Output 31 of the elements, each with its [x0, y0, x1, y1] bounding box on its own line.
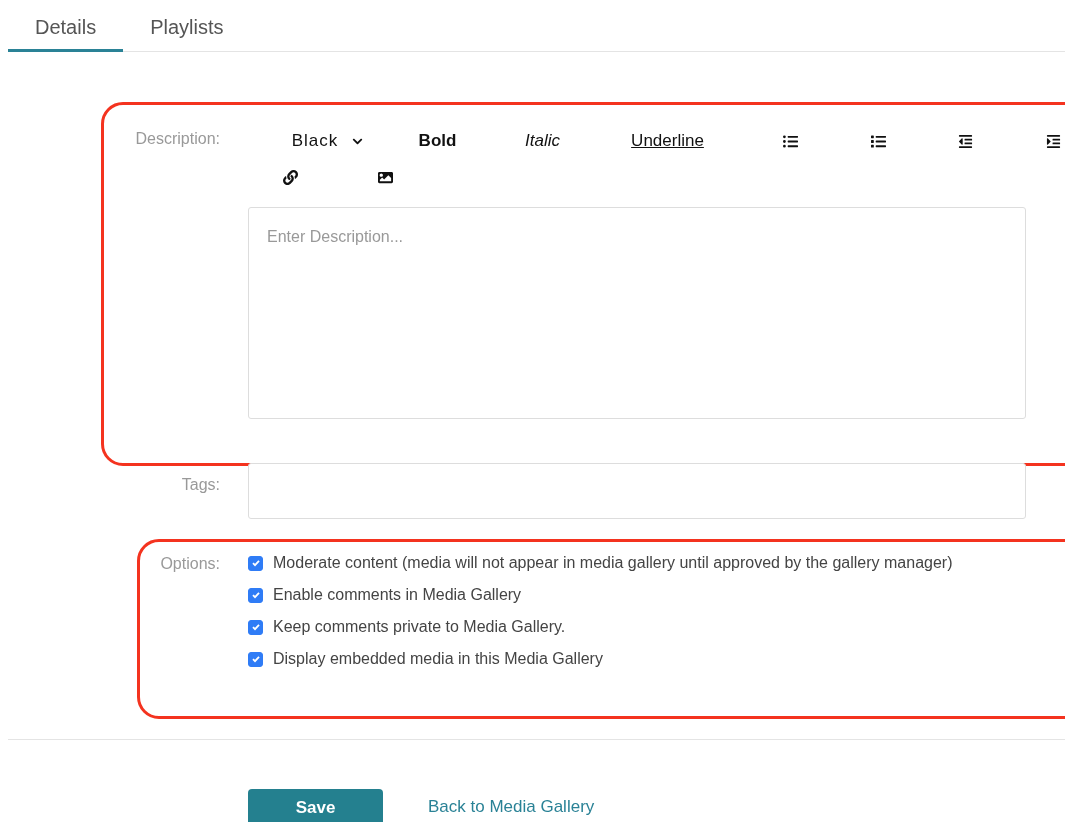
outdent-icon[interactable] — [957, 133, 973, 149]
list-icon[interactable] — [782, 133, 798, 149]
description-field[interactable]: Enter Description... — [248, 207, 1026, 419]
checkbox[interactable] — [248, 619, 263, 635]
tab[interactable]: Playlists — [123, 0, 251, 52]
check-icon — [250, 622, 261, 632]
tags-field[interactable] — [248, 463, 1026, 519]
image-icon[interactable] — [377, 169, 393, 185]
checkbox[interactable] — [248, 587, 263, 603]
option-label: Moderate content (media will not appear in media gallery until approved by the gallery manager) — [273, 554, 953, 572]
check-icon — [250, 558, 261, 568]
bulleted-list-icon[interactable] — [870, 133, 886, 149]
format-button[interactable]: Italic — [525, 131, 560, 151]
check-icon — [250, 654, 261, 664]
option-label: Keep comments private to Media Gallery. — [273, 618, 566, 636]
check-icon — [250, 590, 261, 600]
format-button[interactable]: Underline — [631, 131, 704, 151]
field-label: Description: — [134, 129, 221, 149]
color-dropdown[interactable]: Black — [291, 131, 364, 151]
checkbox[interactable] — [248, 555, 263, 571]
back-link[interactable]: Back to Media Gallery — [428, 797, 595, 822]
option-label: Enable comments in Media Gallery — [273, 586, 522, 604]
tab[interactable]: Details — [8, 0, 124, 52]
field-label: Tags: — [180, 475, 221, 495]
indent-icon[interactable] — [1045, 133, 1061, 149]
link-icon[interactable] — [282, 169, 298, 185]
option-label: Display embedded media in this Media Gallery — [273, 650, 603, 668]
checkbox[interactable] — [248, 651, 263, 667]
field-label: Options: — [159, 554, 221, 574]
format-button[interactable]: Bold — [418, 131, 457, 151]
save-button[interactable]: Save — [248, 789, 383, 822]
